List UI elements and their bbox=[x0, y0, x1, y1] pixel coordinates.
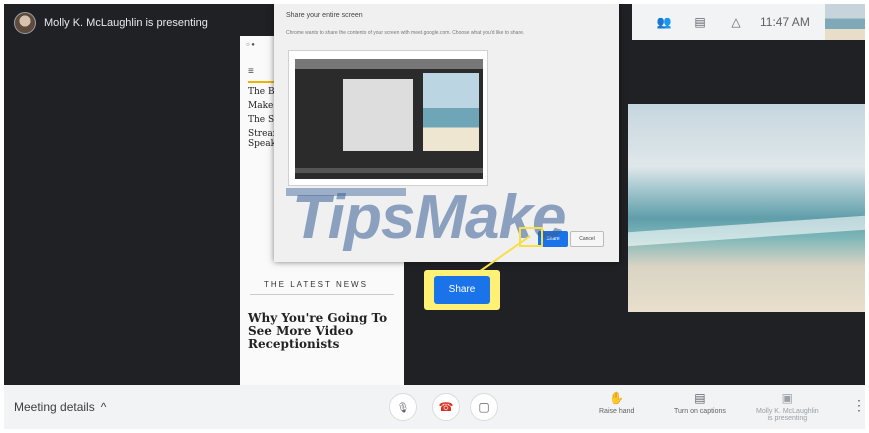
microphone-button[interactable]: 🎙 bbox=[389, 393, 417, 421]
camera-button[interactable]: ▢ bbox=[470, 393, 498, 421]
chevron-up-icon: ^ bbox=[100, 400, 107, 414]
raise-hand-button[interactable]: ✋ Raise hand bbox=[599, 391, 634, 415]
screen-preview-thumbnail bbox=[295, 59, 483, 179]
presenting-label-line1: Molly K. McLaughlin bbox=[756, 408, 819, 415]
raise-hand-icon: ✋ bbox=[609, 391, 625, 405]
presenting-label-line2: is presenting bbox=[767, 415, 808, 422]
more-options-icon[interactable]: ⋮ bbox=[852, 397, 865, 414]
top-bar: 👥 ▤ △ 11:47 AM bbox=[632, 4, 865, 40]
present-screen-icon: ▣ bbox=[781, 391, 793, 405]
meet-window: Molly K. McLaughlin is presenting 👥 ▤ △ … bbox=[4, 4, 865, 429]
clock-time: 11:47 AM bbox=[760, 15, 810, 29]
screen-preview-option[interactable] bbox=[288, 50, 488, 186]
divider bbox=[250, 294, 394, 295]
people-icon[interactable]: 👥 bbox=[646, 15, 682, 29]
activities-icon[interactable]: △ bbox=[718, 15, 754, 29]
share-button-callout[interactable]: Share bbox=[434, 276, 490, 304]
captions-icon: ▤ bbox=[694, 391, 706, 405]
preview-taskbar bbox=[295, 168, 483, 173]
camera-icon: ▢ bbox=[478, 400, 490, 414]
dialog-cancel-button[interactable]: Cancel bbox=[570, 231, 604, 247]
wave-highlight bbox=[628, 215, 865, 247]
preview-window bbox=[343, 79, 413, 151]
meeting-details-label: Meeting details bbox=[14, 400, 95, 414]
bottom-control-bar: Meeting details ^ 🎙 ☎ ▢ ✋ Raise hand ▤ T… bbox=[4, 385, 865, 429]
presenting-button[interactable]: ▣ Molly K. McLaughlin is presenting bbox=[756, 391, 819, 422]
microphone-icon: 🎙 bbox=[396, 403, 410, 414]
presenter-label: Molly K. McLaughlin is presenting bbox=[44, 17, 208, 29]
meeting-details-button[interactable]: Meeting details ^ bbox=[14, 400, 106, 414]
end-call-button[interactable]: ☎ bbox=[432, 393, 460, 421]
presenter-chip: Molly K. McLaughlin is presenting bbox=[14, 12, 208, 34]
news-headline: Why You're Going To See More Video Recep… bbox=[248, 311, 388, 351]
preview-titlebar bbox=[295, 59, 483, 69]
captions-button[interactable]: ▤ Turn on captions bbox=[674, 391, 726, 415]
beach-video-tile bbox=[628, 104, 865, 312]
captions-label: Turn on captions bbox=[674, 408, 726, 415]
latest-news-heading: THE LATEST NEWS bbox=[264, 280, 368, 289]
preview-beach-window bbox=[423, 73, 479, 151]
self-view-thumbnail[interactable] bbox=[825, 4, 865, 40]
avatar bbox=[14, 12, 36, 34]
dialog-title: Share your entire screen bbox=[286, 12, 363, 19]
chat-icon[interactable]: ▤ bbox=[682, 15, 718, 29]
watermark-logo: TipsMake bbox=[292, 183, 566, 252]
end-call-icon: ☎ bbox=[438, 400, 454, 414]
dialog-description: Chrome wants to share the contents of yo… bbox=[286, 30, 525, 36]
raise-hand-label: Raise hand bbox=[599, 408, 635, 415]
